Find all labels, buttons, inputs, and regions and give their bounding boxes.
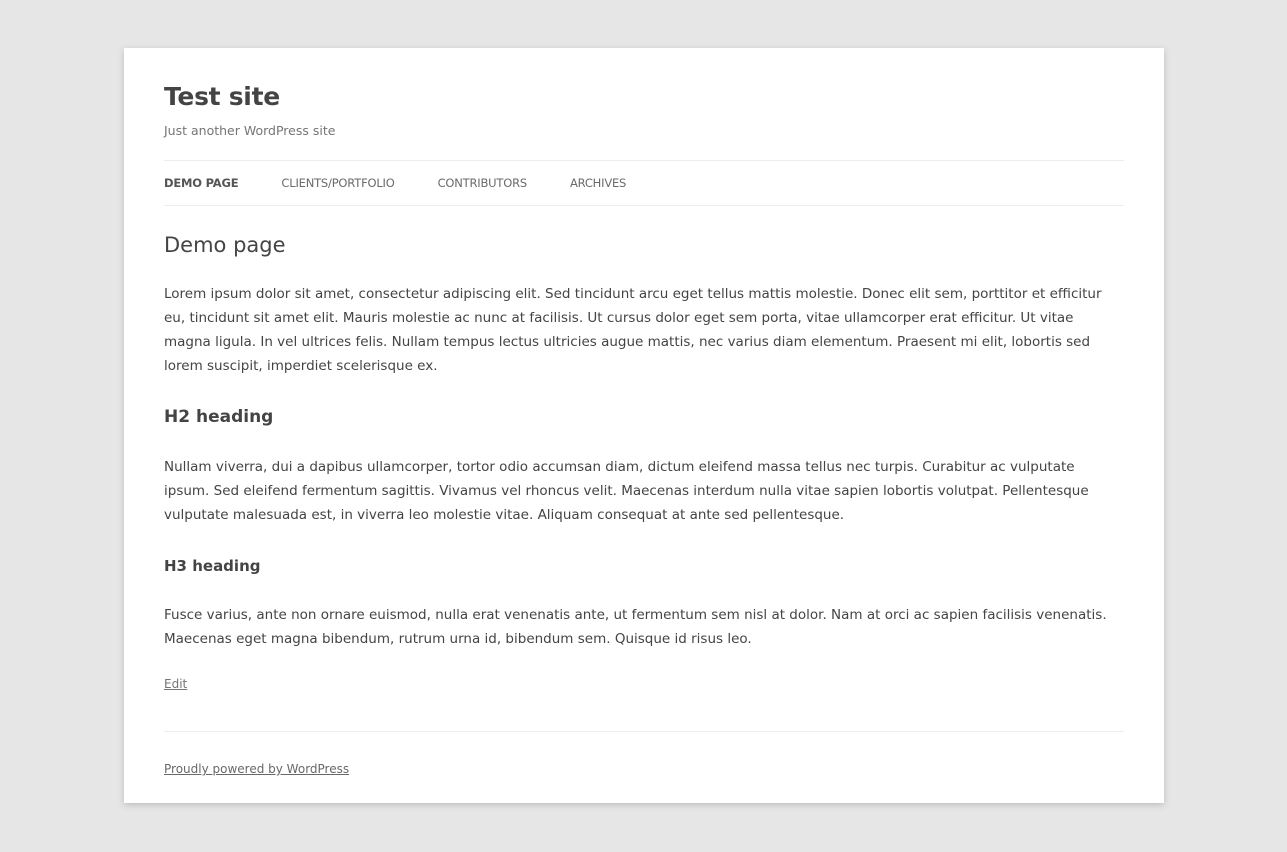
site-footer: Proudly powered by WordPress [164,731,1124,777]
h3-heading: H3 heading [164,557,261,575]
site-title: Test site [164,81,1124,113]
nav-item-archives[interactable]: Archives [570,173,626,193]
paragraph: Lorem ipsum dolor sit amet, consectetur … [164,286,1102,374]
article: Demo page Lorem ipsum dolor sit amet, co… [164,230,1124,692]
wordpress-credit-link[interactable]: Proudly powered by WordPress [164,762,349,776]
nav-item-demo-page[interactable]: Demo Page [164,173,239,193]
main-navigation: Demo Page Clients/Portfolio Contributors… [164,160,1124,206]
entry-meta: Edit [164,676,1124,692]
site-description: Just another WordPress site [164,123,336,138]
page-title: Demo page [164,233,286,257]
entry-content: Lorem ipsum dolor sit amet, consectetur … [164,282,1124,651]
h2-heading: H2 heading [164,407,274,427]
site-header: Test site Just another WordPress site [164,48,1124,139]
paragraph: Fusce varius, ante non ornare euismod, n… [164,607,1107,647]
page-container: Test site Just another WordPress site De… [124,48,1164,803]
edit-link[interactable]: Edit [164,677,187,691]
nav-item-contributors[interactable]: Contributors [438,173,528,193]
paragraph: Nullam viverra, dui a dapibus ullamcorpe… [164,459,1089,523]
site-title-link[interactable]: Test site [164,82,280,111]
nav-item-clients-portfolio[interactable]: Clients/Portfolio [281,173,394,193]
